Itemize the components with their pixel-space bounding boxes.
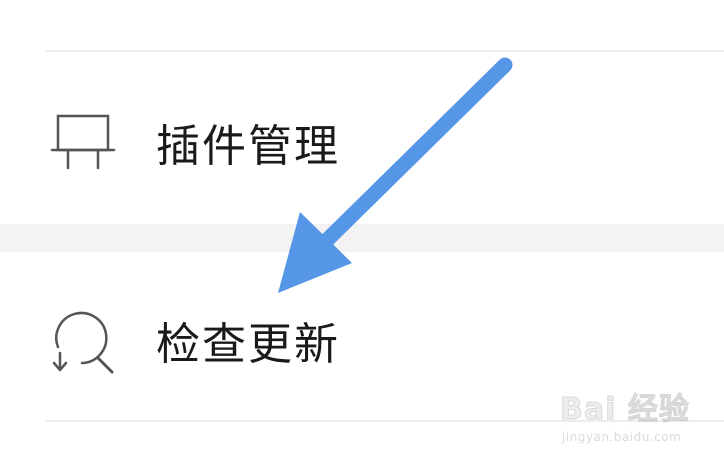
baidu-jingyan-watermark: Bai 经验 jingyan.baidu.com (560, 384, 710, 454)
check-update-icon (48, 305, 118, 375)
menu-item-label: 检查更新 (156, 319, 340, 370)
menu-item-label: 插件管理 (156, 121, 340, 172)
menu-item-plugin-management[interactable]: 插件管理 (0, 92, 724, 192)
top-divider (46, 50, 724, 52)
plugin-icon (48, 107, 118, 177)
menu-item-check-update[interactable]: 检查更新 (0, 290, 724, 390)
settings-page: 插件管理 检查更新 Bai 经验 jingyan.baidu.com (0, 0, 724, 464)
section-gap (0, 224, 724, 252)
watermark-brand: Bai 经验 (560, 392, 690, 428)
watermark-domain: jingyan.baidu.com (562, 430, 682, 444)
